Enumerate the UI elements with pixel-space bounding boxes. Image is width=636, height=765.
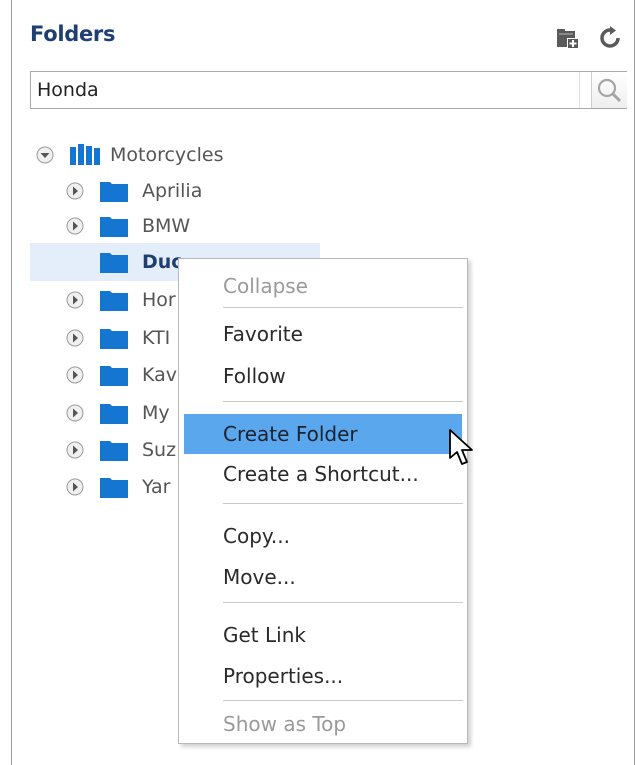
tree-item-label: Yar — [142, 476, 171, 498]
tree-item-label: My — [142, 402, 170, 424]
menu-item-label: Create Folder — [223, 422, 358, 446]
tree-root-label: Motorcycles — [110, 144, 224, 166]
tree-item-label: Hor — [142, 289, 176, 311]
menu-item-label: Follow — [223, 364, 286, 388]
folder-icon — [100, 329, 128, 349]
folder-icon — [100, 404, 128, 424]
tree-item-label: Aprilia — [142, 180, 203, 202]
context-menu: Collapse Favorite Follow Create Folder C… — [178, 258, 468, 744]
tree-item-label: KTI — [142, 327, 171, 349]
menu-separator — [223, 307, 463, 308]
menu-item-get-link[interactable]: Get Link — [179, 615, 467, 655]
menu-item-favorite[interactable]: Favorite — [179, 314, 467, 354]
menu-item-label: Favorite — [223, 322, 303, 346]
expand-toggle-icon[interactable] — [66, 404, 84, 422]
tree-item-label: Suz — [142, 439, 177, 461]
search-button[interactable] — [591, 72, 627, 108]
folder-icon — [100, 441, 128, 461]
tree-item-label: Kav — [142, 364, 178, 386]
expand-toggle-icon[interactable] — [66, 217, 84, 235]
refresh-icon[interactable] — [598, 26, 622, 50]
menu-item-follow[interactable]: Follow — [179, 356, 467, 396]
menu-item-label: Get Link — [223, 623, 306, 647]
folder-icon — [100, 478, 128, 498]
search-divider — [579, 72, 580, 108]
menu-item-label: Show as Top — [223, 712, 347, 736]
expand-toggle-icon[interactable] — [66, 182, 84, 200]
menu-separator — [223, 401, 463, 402]
menu-item-create-shortcut[interactable]: Create a Shortcut... — [179, 454, 467, 494]
collapse-toggle-icon[interactable] — [36, 146, 54, 164]
tree-item-bmw[interactable]: BMW — [30, 211, 330, 241]
tree-item-label-selected: Duc — [142, 251, 183, 273]
menu-item-label: Copy... — [223, 524, 290, 548]
expand-toggle-icon[interactable] — [66, 329, 84, 347]
library-icon — [70, 144, 100, 165]
menu-separator — [223, 503, 463, 504]
menu-item-properties[interactable]: Properties... — [179, 656, 467, 696]
menu-item-move[interactable]: Move... — [179, 557, 467, 597]
panel-title: Folders — [30, 22, 116, 46]
tree-root-motorcycles[interactable]: Motorcycles — [30, 140, 330, 170]
expand-toggle-icon[interactable] — [66, 478, 84, 496]
folder-icon — [100, 217, 128, 237]
menu-separator — [223, 700, 463, 701]
tree-item-label: BMW — [142, 215, 191, 237]
folder-icon — [100, 253, 128, 273]
menu-item-label: Create a Shortcut... — [223, 462, 419, 486]
menu-separator — [223, 602, 463, 603]
expand-toggle-icon[interactable] — [66, 291, 84, 309]
menu-item-create-folder[interactable]: Create Folder — [184, 414, 462, 454]
menu-item-collapse[interactable]: Collapse — [179, 266, 467, 306]
search-box — [30, 71, 627, 109]
search-icon — [597, 78, 622, 103]
tree-item-aprilia[interactable]: Aprilia — [30, 176, 330, 206]
menu-item-label: Move... — [223, 565, 296, 589]
folder-icon — [100, 291, 128, 311]
expand-toggle-icon[interactable] — [66, 366, 84, 384]
folder-icon — [100, 366, 128, 386]
folder-icon — [100, 182, 128, 202]
menu-item-show-as-top[interactable]: Show as Top — [179, 704, 467, 744]
menu-item-copy[interactable]: Copy... — [179, 516, 467, 556]
expand-toggle-icon[interactable] — [66, 441, 84, 459]
menu-item-label: Properties... — [223, 664, 344, 688]
search-input[interactable] — [37, 77, 547, 103]
new-folder-icon[interactable] — [556, 26, 580, 50]
mouse-pointer-icon — [449, 429, 473, 465]
menu-item-label: Collapse — [223, 274, 308, 298]
